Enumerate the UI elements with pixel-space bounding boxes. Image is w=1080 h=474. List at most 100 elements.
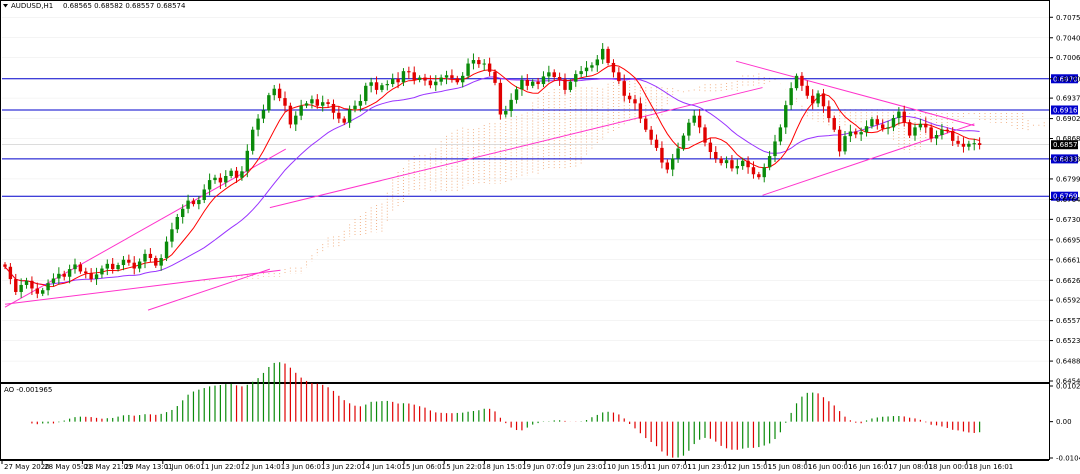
price-tick-label: 0.66950: [1056, 236, 1080, 244]
time-tick-label: 1 Jun 06:01: [165, 463, 205, 471]
time-tick-label: 3 Jun 06:01: [285, 463, 325, 471]
candle-bear: [536, 81, 540, 85]
candle-bear: [719, 158, 723, 164]
candle-bull: [46, 283, 50, 291]
candle-bull: [466, 63, 470, 76]
ao-tick-label: -0.010443: [1056, 455, 1080, 463]
candle-bull: [304, 103, 309, 106]
candle-bear: [487, 63, 492, 72]
candle-bear: [827, 106, 831, 119]
candle-bear: [697, 115, 702, 128]
candle-bull: [541, 76, 546, 85]
candle-bull: [444, 75, 449, 78]
candle-bull: [471, 60, 476, 64]
chart-canvas: 0.697000.691670.683320.676950.68574 0.01…: [0, 0, 1080, 471]
candle-bear: [654, 139, 659, 148]
candle-bull: [692, 115, 696, 123]
candle-bull: [676, 148, 680, 159]
candle-bear: [423, 77, 427, 81]
candle-bull: [434, 81, 438, 86]
candle-bear: [563, 79, 567, 90]
ao-pane-frame: [0, 383, 1050, 460]
candle-bull: [778, 127, 783, 142]
candle-bull: [891, 118, 896, 128]
candle-bull: [579, 71, 583, 75]
candle-bear: [665, 162, 670, 170]
candle-bull: [19, 284, 23, 292]
candle-bear: [606, 48, 610, 63]
candle-bear: [929, 127, 933, 139]
candle-bear: [633, 99, 637, 104]
candle-bull: [590, 65, 594, 68]
candle-bear: [315, 99, 320, 106]
candle-bull: [256, 118, 260, 130]
candle-bull: [584, 67, 589, 72]
candle-bull: [175, 217, 180, 230]
candle-bull: [934, 135, 939, 139]
candle-bear: [525, 79, 530, 86]
candle-bull: [504, 110, 508, 115]
candle-bear: [30, 280, 34, 289]
candle-bull: [57, 273, 61, 279]
candle-bear: [283, 98, 287, 106]
candle-bull: [816, 93, 820, 104]
candle-bear: [622, 81, 626, 96]
candle-bull: [310, 99, 314, 104]
candle-bear: [945, 129, 950, 131]
time-tick-label: 17 Jun 08:01: [888, 463, 932, 471]
candle-bear: [810, 95, 815, 104]
candle-bear: [880, 124, 885, 129]
candle-bull: [320, 102, 325, 106]
candle-bull: [460, 75, 465, 83]
time-tick-label: 18 Jun 16:01: [969, 463, 1013, 471]
time-tick-label: 15 Jun 08:01: [768, 463, 812, 471]
price-tick-label: 0.66260: [1056, 277, 1080, 285]
candle-bear: [800, 75, 804, 86]
candle-bull: [967, 143, 971, 147]
candle-bull: [843, 136, 847, 152]
price-tick-label: 0.65230: [1056, 337, 1080, 345]
candle-bull: [784, 105, 788, 128]
candle-bear: [428, 80, 433, 86]
candle-bear: [396, 78, 400, 83]
candle-bull: [364, 85, 368, 102]
price-tick-label: 0.68332: [1056, 155, 1080, 163]
candle-bull: [240, 171, 244, 178]
candle-bull: [40, 290, 45, 294]
candle-bear: [154, 258, 158, 266]
time-tick-label: 18 Jun 00:01: [929, 463, 973, 471]
candle-bull: [67, 269, 72, 277]
candle-bear: [837, 129, 842, 152]
candle-bear: [714, 151, 718, 159]
candle-bear: [374, 82, 379, 90]
candle-bull: [514, 89, 519, 100]
candle-bear: [127, 259, 131, 263]
candle-bull: [267, 95, 271, 111]
candle-bear: [191, 200, 196, 205]
price-tick-label: 0.70400: [1056, 34, 1080, 42]
candle-bear: [35, 288, 40, 294]
candle-bear: [950, 130, 955, 141]
candle-bull: [482, 63, 486, 65]
candle-bull: [687, 122, 691, 136]
candle-bear: [854, 131, 858, 135]
time-tick-label: 5 Jun 22:01: [446, 463, 486, 471]
candle-bull: [681, 135, 686, 149]
candle-bear: [288, 105, 293, 125]
candle-bear: [757, 174, 761, 178]
candle-bull: [740, 160, 745, 167]
candle-bull: [897, 111, 901, 119]
candle-bull: [213, 177, 217, 181]
price-tick-label: 0.70750: [1056, 14, 1080, 22]
candle-bull: [197, 200, 201, 205]
price-tick-label: 0.70060: [1056, 54, 1080, 62]
candle-bear: [552, 72, 556, 78]
candle-bear: [832, 118, 836, 130]
candle-bear: [477, 60, 481, 65]
symbol-label: AUDUSD,H1: [11, 2, 53, 10]
candle-bear: [412, 72, 416, 80]
candle-bull: [767, 156, 772, 168]
candle-bull: [735, 166, 740, 169]
level-tag-label: 0.69167: [1053, 106, 1080, 114]
symbol-header: AUDUSD,H1 0.68565 0.68582 0.68557 0.6857…: [3, 2, 186, 10]
